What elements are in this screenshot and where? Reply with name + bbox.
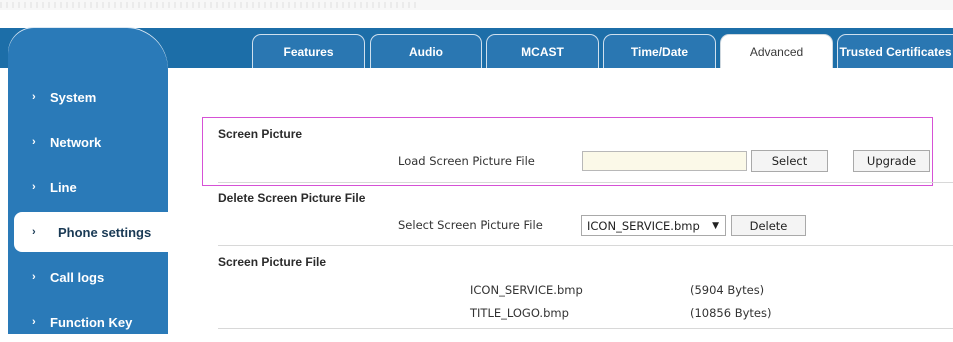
tab-advanced[interactable]: Advanced bbox=[720, 34, 833, 68]
load-screen-picture-label: Load Screen Picture File bbox=[398, 154, 535, 168]
chevron-right-icon: › bbox=[32, 91, 36, 103]
file-size: (10856 Bytes) bbox=[690, 306, 772, 320]
sidebar-item-label: Phone settings bbox=[58, 224, 152, 240]
top-strip bbox=[0, 0, 953, 10]
chevron-right-icon: › bbox=[32, 226, 36, 238]
chevron-right-icon: › bbox=[32, 181, 36, 193]
section-divider bbox=[218, 245, 953, 246]
tab-mcast[interactable]: MCAST bbox=[486, 34, 599, 68]
sidebar-item-label: Call logs bbox=[50, 269, 105, 285]
section-title-screen-picture-file: Screen Picture File bbox=[218, 255, 327, 269]
sidebar-item-phone-settings[interactable]: › Phone settings bbox=[14, 212, 174, 252]
sidebar-item-call-logs[interactable]: › Call logs bbox=[8, 257, 168, 297]
screen-picture-file-select[interactable]: ICON_SERVICE.bmp ▼ bbox=[581, 215, 726, 236]
sidebar-item-label: Network bbox=[50, 134, 102, 150]
chevron-right-icon: › bbox=[32, 271, 36, 283]
tab-features[interactable]: Features bbox=[252, 34, 365, 68]
chevron-right-icon: › bbox=[32, 136, 36, 148]
caret-down-icon: ▼ bbox=[712, 220, 719, 231]
decorative-dots bbox=[0, 2, 420, 8]
screen-picture-file-input[interactable] bbox=[582, 151, 747, 171]
sidebar: › System › Network › Line › Phone settin… bbox=[8, 28, 174, 334]
chevron-right-icon: › bbox=[32, 316, 36, 328]
section-title-screen-picture: Screen Picture bbox=[218, 127, 303, 141]
section-divider bbox=[218, 182, 953, 183]
tab-audio[interactable]: Audio bbox=[370, 34, 482, 68]
upgrade-button[interactable]: Upgrade bbox=[853, 150, 930, 172]
sidebar-item-network[interactable]: › Network bbox=[8, 122, 168, 162]
delete-button[interactable]: Delete bbox=[731, 215, 806, 236]
sidebar-item-function-key[interactable]: › Function Key bbox=[8, 302, 168, 342]
tab-time-date[interactable]: Time/Date bbox=[603, 34, 716, 68]
section-divider bbox=[218, 328, 953, 329]
section-title-delete-screen-picture: Delete Screen Picture File bbox=[218, 191, 366, 205]
sidebar-item-label: Line bbox=[50, 179, 77, 195]
sidebar-item-label: Function Key bbox=[50, 314, 133, 330]
selected-file-value: ICON_SERVICE.bmp bbox=[587, 218, 700, 233]
file-name: TITLE_LOGO.bmp bbox=[470, 306, 569, 320]
file-name: ICON_SERVICE.bmp bbox=[470, 283, 583, 297]
sidebar-item-system[interactable]: › System bbox=[8, 77, 168, 117]
sidebar-item-line[interactable]: › Line bbox=[8, 167, 168, 207]
select-button[interactable]: Select bbox=[751, 150, 828, 172]
sidebar-item-label: System bbox=[50, 89, 97, 105]
tab-trusted-certificates[interactable]: Trusted Certificates bbox=[837, 34, 953, 68]
select-screen-picture-label: Select Screen Picture File bbox=[398, 218, 543, 232]
file-size: (5904 Bytes) bbox=[690, 283, 765, 297]
